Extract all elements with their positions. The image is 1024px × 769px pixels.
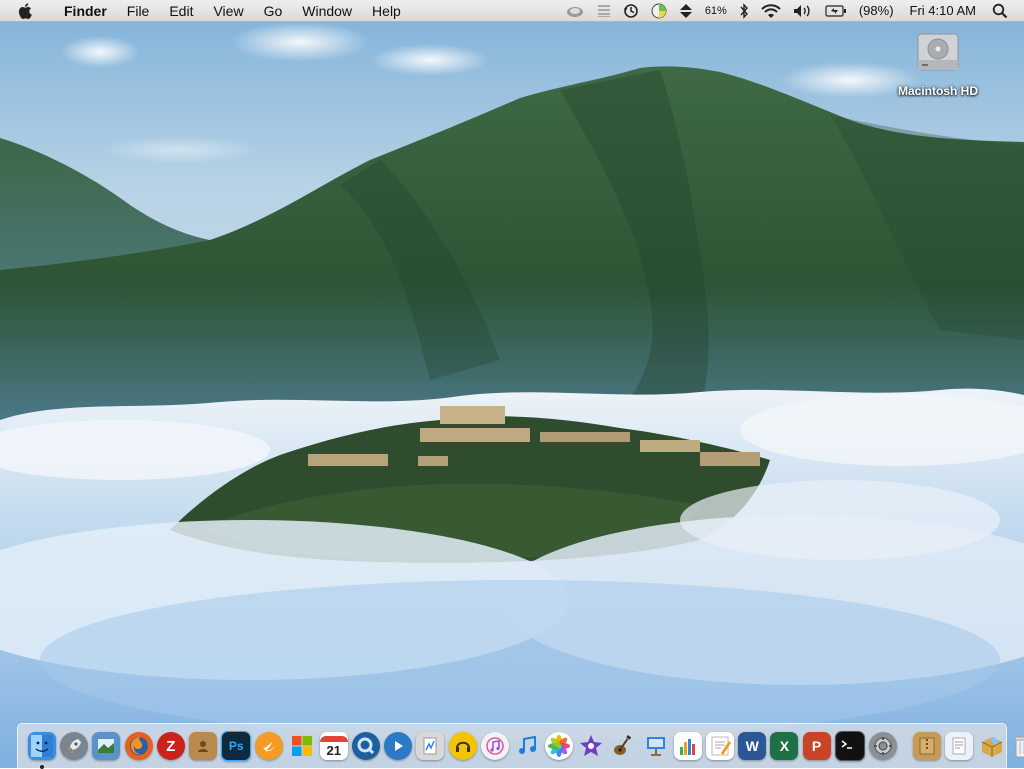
archive-icon[interactable] [913,732,942,760]
word-icon[interactable]: W [738,732,767,760]
windows-icon[interactable] [288,732,316,760]
swift-icon[interactable] [255,732,284,760]
photoshop-icon[interactable]: Ps [221,731,252,761]
photos-icon[interactable] [545,732,574,760]
firefox-icon[interactable] [124,732,153,760]
pages-icon[interactable] [706,732,735,760]
apple-menu-icon[interactable] [18,2,40,19]
menu-bar: Finder File Edit View Go Window Help 61% [0,0,1024,22]
keynote-icon[interactable] [642,732,670,760]
menu-view[interactable]: View [203,0,253,22]
volume-icon[interactable] [787,0,819,22]
headphones-icon[interactable] [448,732,477,760]
spotlight-icon[interactable] [986,0,1014,22]
hard-drive-icon [916,30,960,74]
instruments-icon[interactable] [416,732,445,760]
desktop-icon-macintosh-hd[interactable]: Macintosh HD [890,30,986,98]
calendar-icon[interactable]: 21 [319,732,348,760]
powerpoint-icon[interactable]: P [802,732,831,760]
list-icon[interactable] [591,0,617,22]
numbers-icon[interactable] [673,732,702,760]
quicktime-icon[interactable] [351,732,380,760]
contacts-icon[interactable] [189,732,218,760]
itunes-icon[interactable] [480,732,509,760]
menu-file[interactable]: File [117,0,160,22]
play-icon[interactable] [384,732,413,760]
rocket-icon[interactable] [60,732,89,760]
menu-window[interactable]: Window [292,0,362,22]
music-icon[interactable] [513,732,541,760]
desktop-wallpaper [0,0,1024,768]
wifi-icon[interactable] [755,0,787,22]
excel-icon[interactable]: X [770,732,799,760]
up-down-arrows-icon[interactable] [673,0,699,22]
battery-percent-label-2[interactable]: (98%) [853,0,900,22]
menu-bar-left: Finder File Edit View Go Window Help [0,0,411,22]
filezilla-icon[interactable]: Z [156,732,185,760]
running-indicator [40,765,45,769]
menu-help[interactable]: Help [362,0,411,22]
menu-go[interactable]: Go [254,0,293,22]
guitar-icon[interactable] [609,732,637,760]
preview-icon[interactable] [92,732,121,760]
package-icon[interactable] [978,732,1006,760]
menu-edit[interactable]: Edit [159,0,203,22]
battery-percent-label[interactable]: 61% [699,0,733,22]
menu-bar-status-area: 61% (98%) Fri 4:10 AM [559,0,1024,22]
document-icon[interactable] [945,732,974,760]
dock: Z Ps 21 W X P [17,723,1024,769]
desktop-icon-label: Macintosh HD [897,84,978,98]
trash-icon[interactable] [1010,732,1024,760]
bluetooth-icon[interactable] [733,0,755,22]
cloud-icon[interactable] [559,0,591,22]
color-wheel-icon[interactable] [645,0,673,22]
terminal-icon[interactable] [834,731,865,761]
finder-icon[interactable] [28,732,57,769]
battery-icon[interactable] [819,0,853,22]
app-menu-finder[interactable]: Finder [54,0,117,22]
clock[interactable]: Fri 4:10 AM [900,0,986,22]
time-machine-icon[interactable] [617,0,645,22]
imovie-icon[interactable] [577,732,605,760]
gear-icon[interactable] [868,732,897,760]
